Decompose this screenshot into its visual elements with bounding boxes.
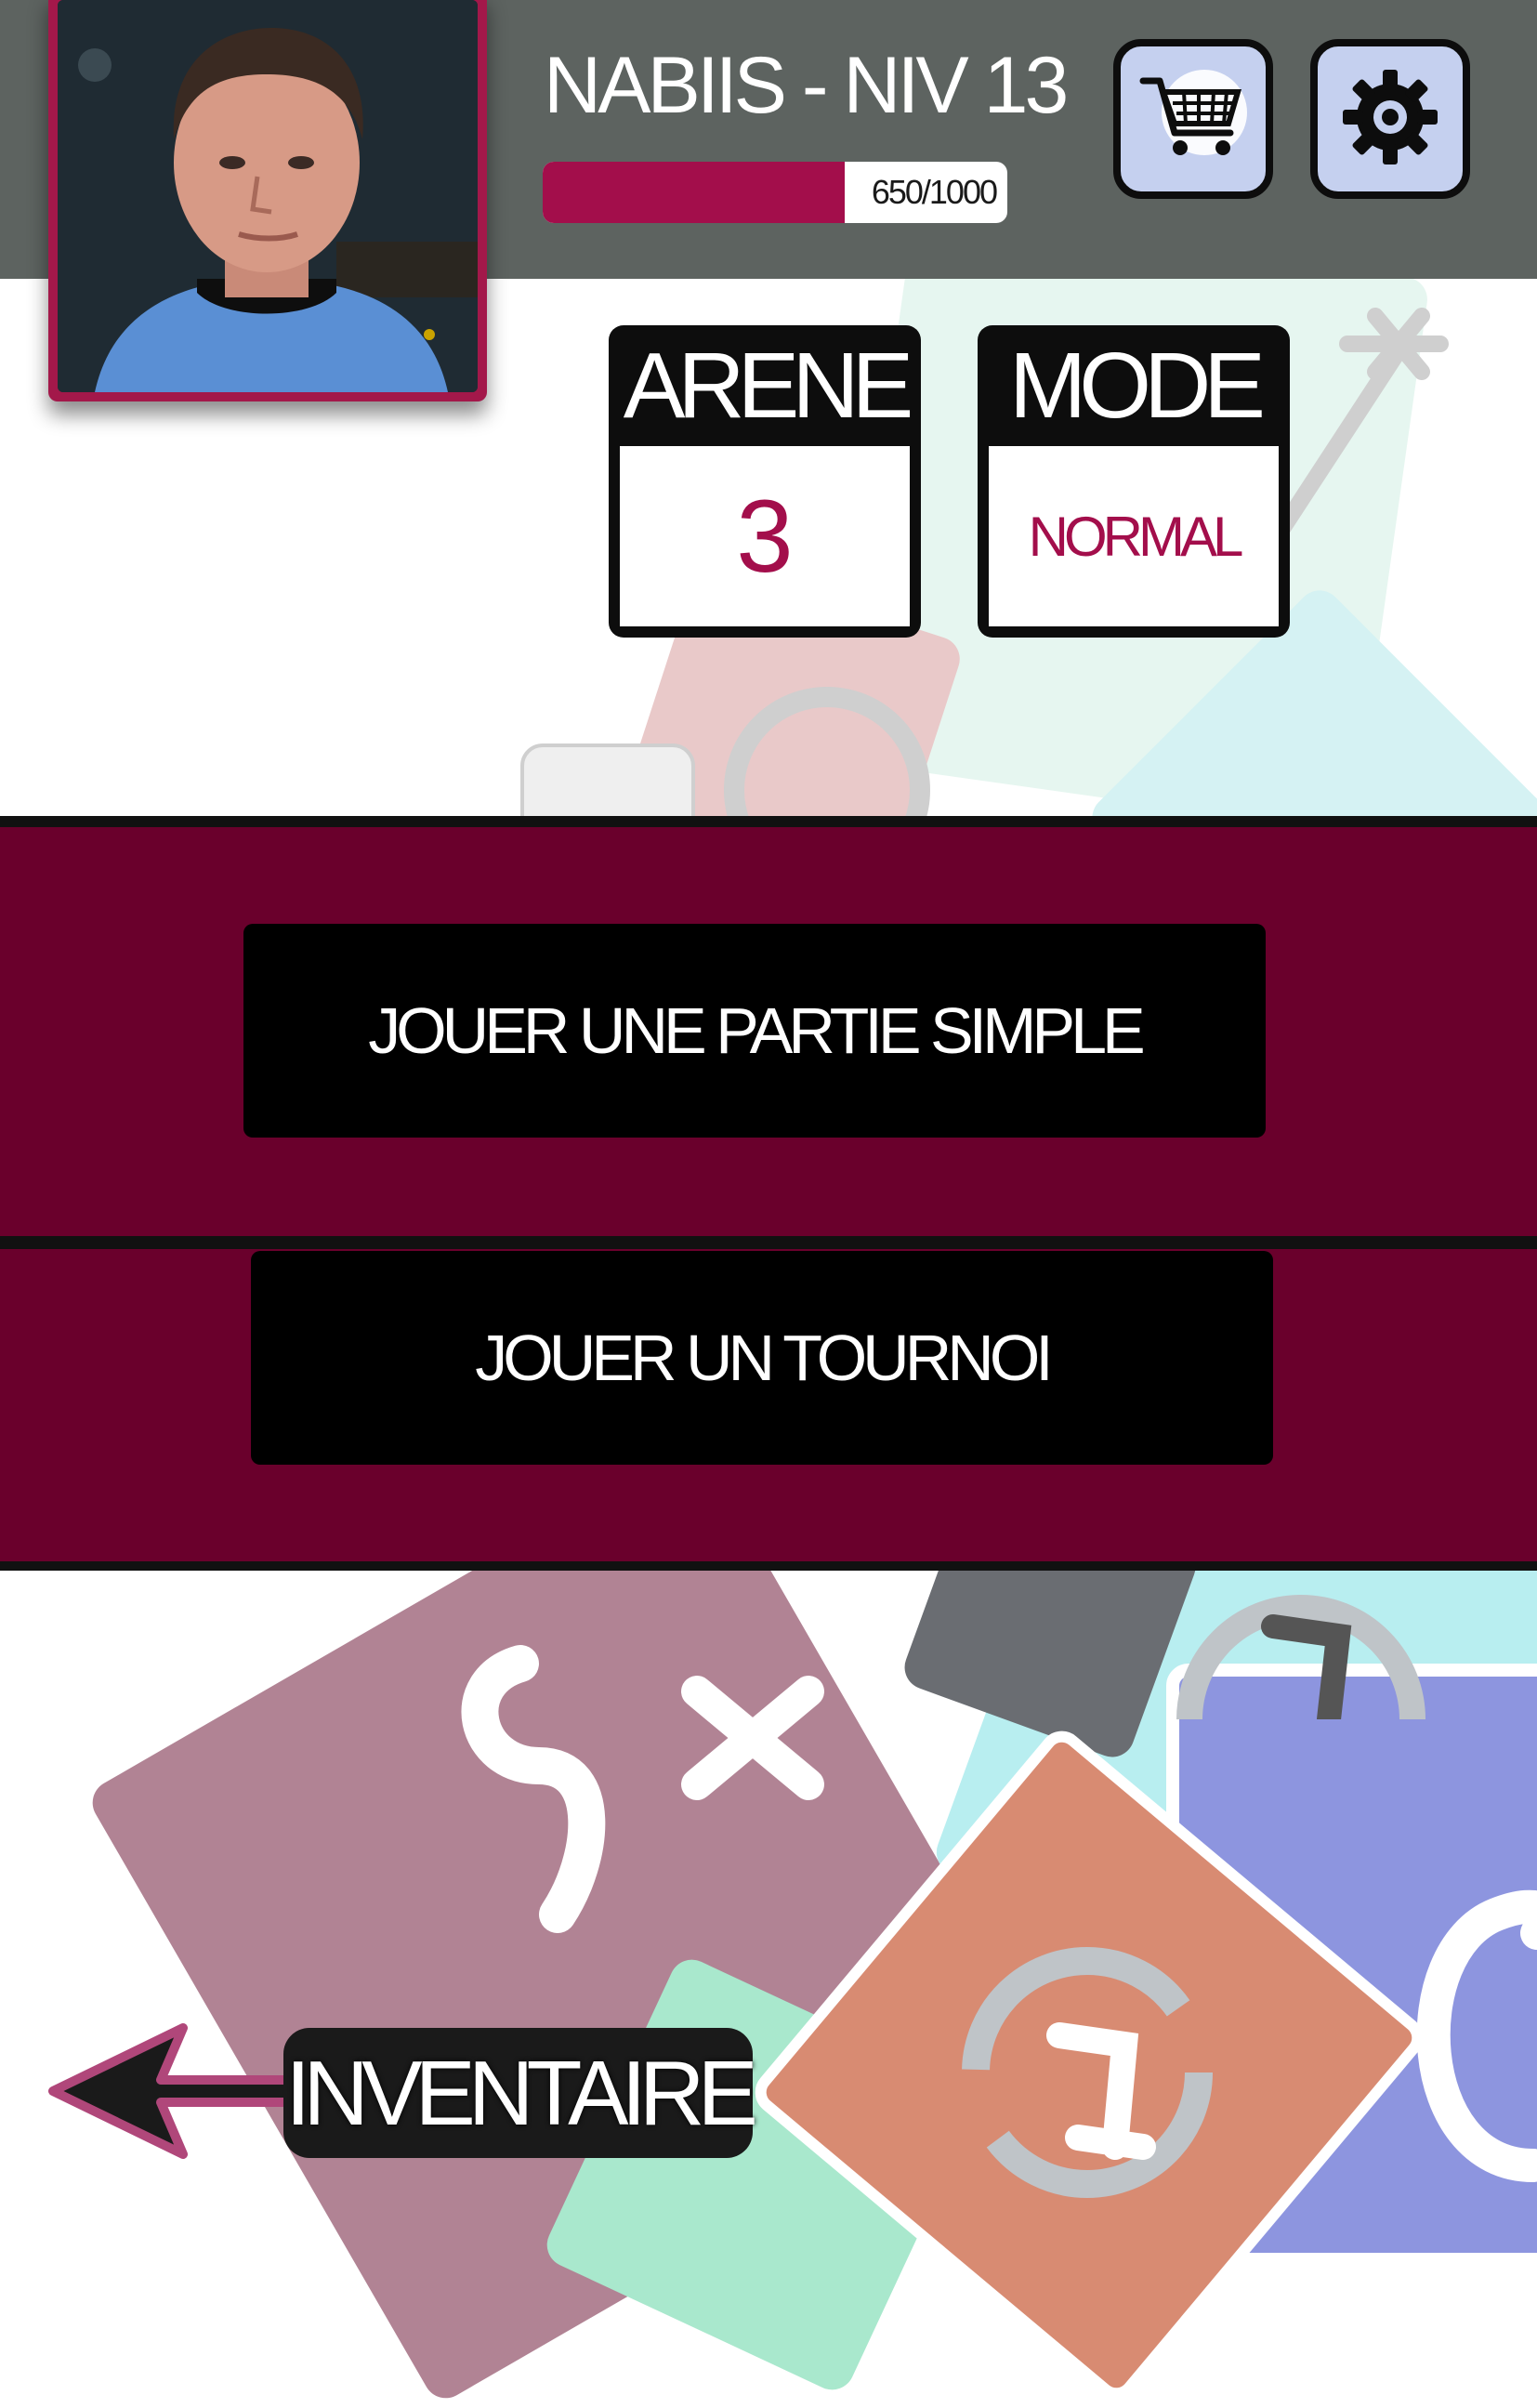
arena-value: 3	[736, 479, 794, 594]
bg-omega-symbol	[1416, 1889, 1537, 2182]
gear-icon	[1339, 66, 1441, 173]
band-divider	[0, 1236, 1537, 1249]
play-tournament-label: JOUER UN TOURNOI	[475, 1322, 1053, 1394]
arena-title: ARENE	[623, 334, 914, 438]
shop-button[interactable]	[1113, 39, 1273, 199]
xp-progress-fill	[543, 162, 845, 223]
mode-title: MODE	[1009, 334, 1266, 438]
mode-box[interactable]: MODE NORMAL	[978, 325, 1290, 638]
arena-box[interactable]: ARENE 3	[609, 325, 921, 638]
bg-circle-arrow-upper	[724, 687, 930, 836]
inventory-link[interactable]: INVENTAIRE	[42, 2007, 758, 2184]
bg-rotate-symbol	[962, 1947, 1213, 2198]
avatar-portrait	[58, 0, 478, 392]
play-tournament-button[interactable]: JOUER UN TOURNOI	[251, 1251, 1273, 1465]
xp-progress-text: 650/1000	[871, 173, 998, 211]
band-top-border	[0, 816, 1537, 827]
play-simple-game-label: JOUER UNE PARTIE SIMPLE	[368, 994, 1146, 1067]
inventory-label: INVENTAIRE	[283, 2028, 758, 2158]
play-simple-game-button[interactable]: JOUER UNE PARTIE SIMPLE	[243, 924, 1266, 1138]
bg-circle-symbol-top	[1176, 1595, 1425, 1719]
player-name-level: NABIIS - NIV 13	[544, 41, 1069, 130]
bg-integral-symbol	[461, 1645, 824, 1933]
mode-value-panel: NORMAL	[989, 446, 1279, 626]
player-avatar[interactable]	[48, 0, 487, 401]
mode-value: NORMAL	[1028, 505, 1244, 568]
settings-button[interactable]	[1310, 39, 1470, 199]
arena-value-panel: 3	[620, 446, 910, 626]
band-bottom-border	[0, 1561, 1537, 1571]
avatar-figure	[58, 0, 478, 392]
xp-progress-bar: 650/1000	[543, 162, 1007, 223]
shopping-cart-icon	[1137, 66, 1249, 173]
